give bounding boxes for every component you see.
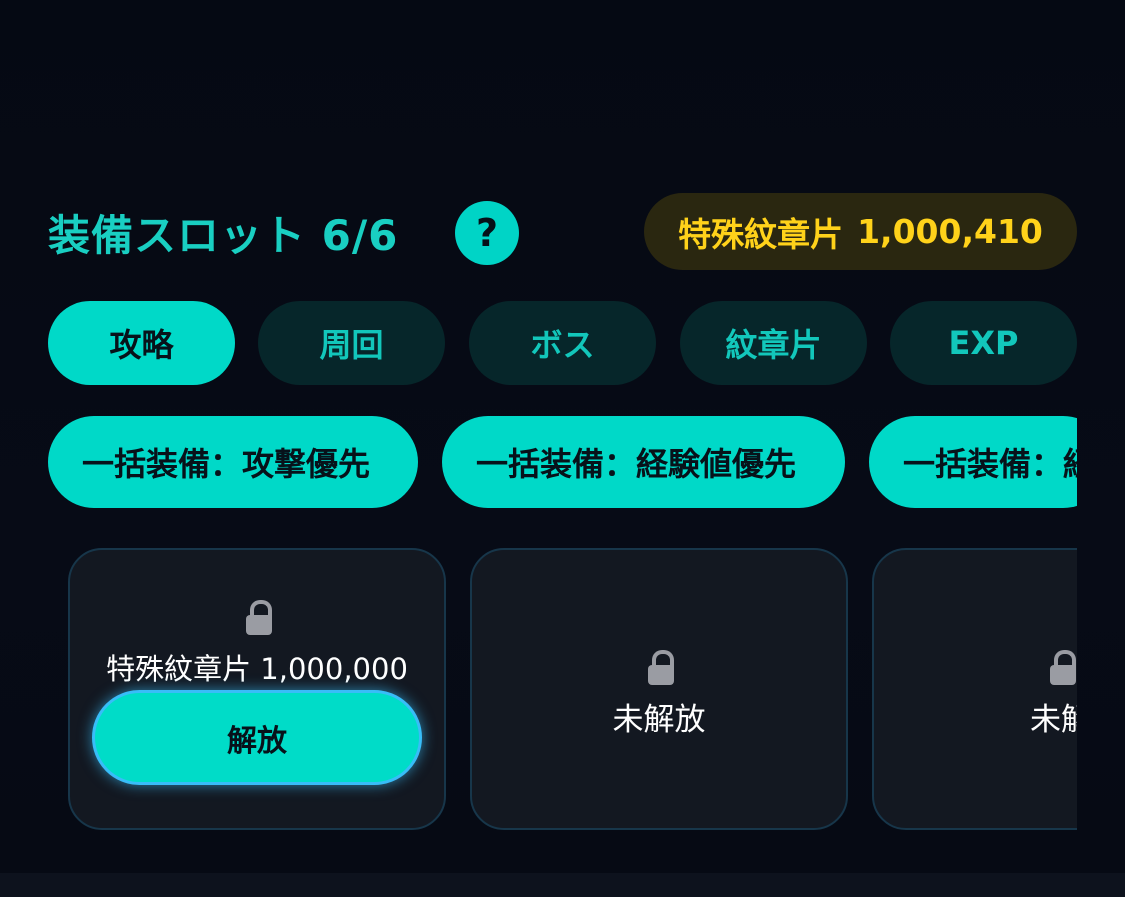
equipment-slot-screen: 装備スロット 6/6 ? 特殊紋章片 1,000,410 攻略 周回 ボス 紋章…: [0, 0, 1125, 897]
unlock-button[interactable]: 解放: [92, 690, 422, 785]
bottom-bar: [0, 873, 1125, 897]
slot-card-unlockable: 特殊紋章片 1,000,000 解放: [68, 548, 446, 830]
tab-label: 周回: [319, 326, 384, 364]
tab-exp[interactable]: EXP: [890, 301, 1077, 385]
locked-status: 未解: [1030, 702, 1077, 738]
special-crest-shard-balance: 特殊紋章片 1,000,410: [644, 193, 1077, 270]
tab-boss[interactable]: ボス: [469, 301, 656, 385]
bulk-equip-label: 一括装備：経験値優先: [476, 445, 797, 483]
slot-card-locked: 未解放: [470, 548, 848, 830]
tab-farming[interactable]: 周回: [258, 301, 445, 385]
bulk-equip-label: 一括装備：攻撃優先: [82, 445, 371, 483]
unlock-button-label: 解放: [227, 723, 287, 759]
slot-card-locked: 未解: [872, 548, 1077, 830]
bulk-equip-attack-button[interactable]: 一括装備：攻撃優先: [48, 416, 418, 508]
question-mark-icon: ?: [475, 211, 499, 255]
lock-icon: [1050, 650, 1076, 685]
bulk-equip-third-button[interactable]: 一括装備：経: [869, 416, 1077, 508]
currency-label: 特殊紋章片: [678, 214, 844, 254]
bulk-equip-label: 一括装備：経: [903, 445, 1077, 483]
tab-crest-shard[interactable]: 紋章片: [680, 301, 867, 385]
lock-icon: [648, 650, 674, 685]
tab-label: 攻略: [109, 326, 174, 364]
slot-cards: 特殊紋章片 1,000,000 解放 未解放 未解: [68, 548, 1077, 832]
unlock-cost: 特殊紋章片 1,000,000: [106, 652, 408, 686]
tab-label: ボス: [530, 326, 595, 364]
tab-label: 紋章片: [725, 326, 822, 364]
currency-value: 1,000,410: [857, 212, 1043, 251]
locked-status: 未解放: [612, 702, 706, 738]
bulk-equip-exp-button[interactable]: 一括装備：経験値優先: [442, 416, 845, 508]
bulk-equip-row: 一括装備：攻撃優先 一括装備：経験値優先 一括装備：経: [48, 416, 1077, 508]
tab-label: EXP: [948, 324, 1019, 362]
lock-icon: [246, 600, 272, 635]
equip-slot-title: 装備スロット 6/6: [48, 211, 399, 260]
help-button[interactable]: ?: [455, 201, 519, 265]
tab-attack[interactable]: 攻略: [48, 301, 235, 385]
